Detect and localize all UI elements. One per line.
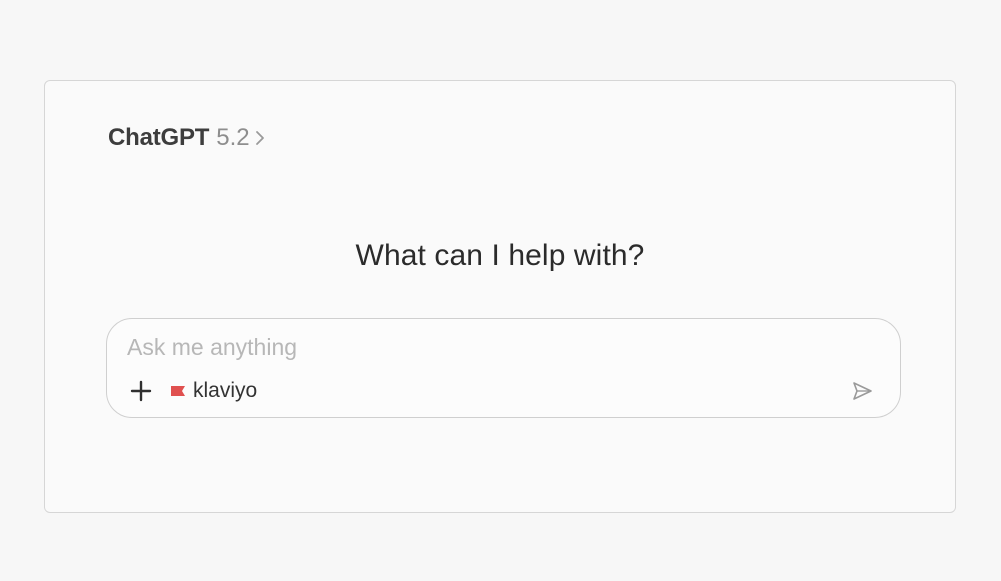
model-version: 5.2	[216, 124, 250, 151]
composer: klaviyo	[106, 318, 901, 418]
chevron-right-icon	[254, 129, 266, 147]
connector-label: klaviyo	[193, 379, 258, 402]
chat-window: ChatGPT 5.2 What can I help with? klaviy…	[44, 80, 956, 513]
plus-icon	[130, 380, 152, 402]
model-name: ChatGPT	[108, 124, 210, 151]
send-icon	[853, 382, 872, 400]
send-button[interactable]	[848, 377, 876, 405]
flag-icon	[171, 385, 185, 397]
page-heading: What can I help with?	[355, 239, 645, 272]
add-button[interactable]	[127, 377, 155, 405]
model-switcher[interactable]: ChatGPT 5.2	[108, 121, 266, 155]
prompt-input[interactable]	[127, 331, 727, 363]
connector-chip-klaviyo[interactable]: klaviyo	[171, 377, 257, 405]
